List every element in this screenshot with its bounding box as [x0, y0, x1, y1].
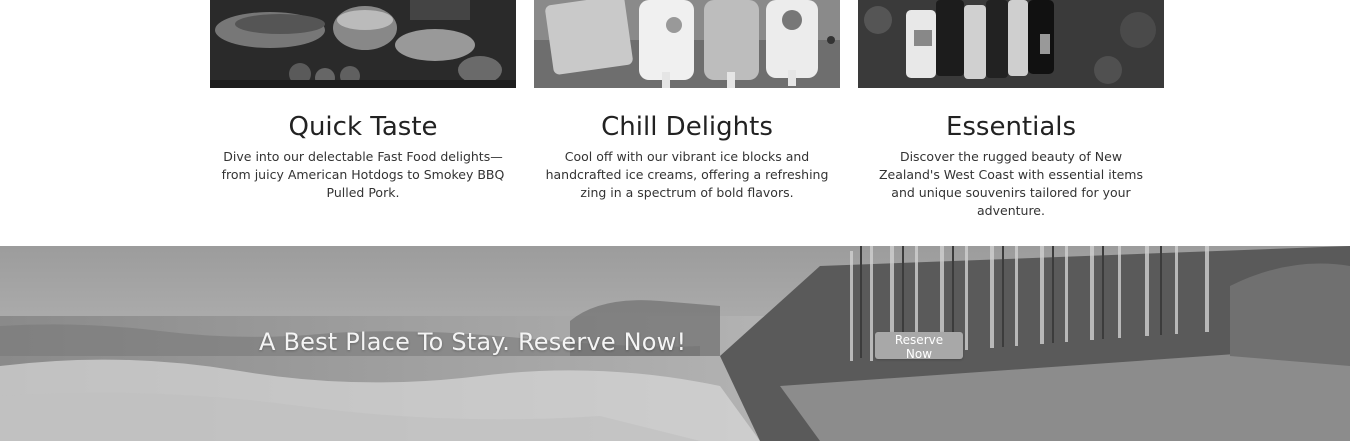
feature-card-chill-delights: Chill Delights Cool off with our vibrant…: [534, 0, 840, 202]
feature-card-quick-taste: Quick Taste Dive into our delectable Fas…: [210, 0, 516, 202]
features-section: Quick Taste Dive into our delectable Fas…: [0, 0, 1350, 246]
card-title: Chill Delights: [601, 112, 773, 142]
essentials-image: [858, 0, 1164, 88]
card-description: Discover the rugged beauty of New Zealan…: [878, 149, 1143, 218]
card-description: Cool off with our vibrant ice blocks and…: [545, 149, 829, 200]
feature-card-essentials: Essentials Discover the rugged beauty of…: [858, 0, 1164, 220]
reserve-banner: A Best Place To Stay. Reserve Now! Reser…: [0, 246, 1350, 441]
reserve-now-button[interactable]: Reserve Now: [875, 332, 963, 361]
card-description: Dive into our delectable Fast Food delig…: [221, 149, 505, 200]
banner-headline: A Best Place To Stay. Reserve Now!: [259, 328, 687, 356]
card-title: Quick Taste: [288, 112, 438, 142]
ice-blocks-image: [534, 0, 840, 88]
fast-food-image: [210, 0, 516, 88]
card-title: Essentials: [945, 112, 1077, 142]
